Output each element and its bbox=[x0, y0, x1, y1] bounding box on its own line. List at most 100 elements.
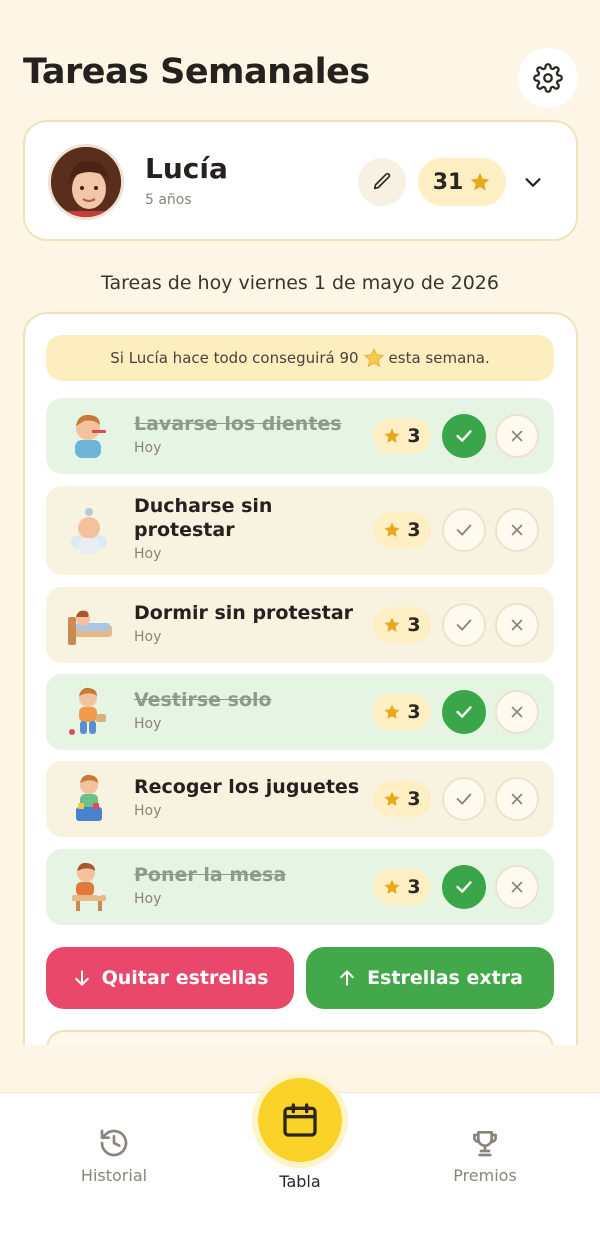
stars-total: 31 bbox=[432, 169, 464, 195]
task-stars-value: 3 bbox=[407, 425, 421, 447]
trophy-icon bbox=[473, 1131, 497, 1157]
star-icon bbox=[363, 347, 384, 368]
star-icon bbox=[384, 704, 400, 719]
banner-text-start: Si Lucía hace todo conseguirá 90 bbox=[110, 349, 359, 367]
nav-history[interactable]: Historial bbox=[44, 1126, 184, 1185]
extra-stars-label: Estrellas extra bbox=[367, 967, 523, 989]
page-title: Tareas Semanales bbox=[23, 52, 370, 92]
task-row: Poner la mesa Hoy 3 bbox=[46, 849, 554, 925]
calendar-icon bbox=[283, 1103, 317, 1137]
nav-history-label: Historial bbox=[80, 1166, 148, 1185]
star-icon bbox=[384, 428, 400, 443]
task-title: Ducharse sin protestar bbox=[134, 495, 273, 541]
banner-text-end: esta semana. bbox=[388, 349, 490, 367]
star-icon bbox=[471, 172, 490, 191]
task-row: Vestirse solo Hoy 3 bbox=[46, 674, 554, 750]
task-reject-button[interactable] bbox=[495, 414, 539, 458]
task-illustration bbox=[66, 773, 112, 823]
close-icon bbox=[511, 706, 523, 718]
nav-prizes[interactable]: Premios bbox=[415, 1126, 555, 1185]
task-title: Vestirse solo bbox=[134, 689, 272, 711]
task-subtitle: Hoy bbox=[134, 546, 162, 562]
task-complete-button[interactable] bbox=[442, 508, 486, 552]
edit-profile-button[interactable] bbox=[358, 158, 406, 206]
close-icon bbox=[511, 793, 523, 805]
profile-card: Lucía 5 años 31 bbox=[23, 120, 578, 241]
task-title: Poner la mesa bbox=[134, 864, 287, 886]
gear-icon bbox=[533, 63, 563, 93]
remove-stars-button[interactable]: Quitar estrellas bbox=[46, 947, 294, 1009]
task-subtitle: Hoy bbox=[134, 803, 162, 819]
task-title: Recoger los juguetes bbox=[134, 776, 360, 798]
pencil-icon bbox=[373, 172, 391, 190]
stars-total-badge: 31 bbox=[418, 158, 506, 206]
task-stars-badge: 3 bbox=[373, 869, 431, 905]
profile-name: Lucía bbox=[145, 152, 228, 185]
task-reject-button[interactable] bbox=[495, 603, 539, 647]
task-stars-value: 3 bbox=[407, 519, 421, 541]
task-illustration bbox=[66, 599, 112, 649]
settings-button[interactable] bbox=[518, 48, 578, 108]
check-icon bbox=[456, 881, 472, 893]
task-stars-badge: 3 bbox=[373, 781, 431, 817]
extra-stars-button[interactable]: Estrellas extra bbox=[306, 947, 554, 1009]
task-illustration bbox=[66, 861, 112, 911]
star-icon bbox=[384, 879, 400, 894]
task-title: Lavarse los dientes bbox=[134, 413, 342, 435]
date-heading: Tareas de hoy viernes 1 de mayo de 2026 bbox=[101, 272, 499, 294]
task-complete-button[interactable] bbox=[442, 603, 486, 647]
check-icon bbox=[456, 524, 472, 536]
profile-age: 5 años bbox=[145, 192, 192, 208]
avatar bbox=[48, 144, 124, 220]
task-stars-badge: 3 bbox=[373, 512, 431, 548]
task-subtitle: Hoy bbox=[134, 629, 162, 645]
task-stars-value: 3 bbox=[407, 876, 421, 898]
arrow-down-icon bbox=[74, 970, 89, 986]
star-icon bbox=[384, 522, 400, 537]
task-complete-button[interactable] bbox=[442, 690, 486, 734]
close-icon bbox=[511, 881, 523, 893]
check-icon bbox=[456, 793, 472, 805]
task-row: Recoger los juguetes Hoy 3 bbox=[46, 761, 554, 837]
star-icon bbox=[384, 791, 400, 806]
task-stars-badge: 3 bbox=[373, 607, 431, 643]
check-icon bbox=[456, 430, 472, 442]
history-icon bbox=[100, 1129, 128, 1157]
task-reject-button[interactable] bbox=[495, 777, 539, 821]
task-title: Dormir sin protestar bbox=[134, 602, 354, 624]
nav-board[interactable] bbox=[258, 1078, 342, 1162]
check-icon bbox=[456, 619, 472, 631]
close-icon bbox=[511, 430, 523, 442]
task-row: Dormir sin protestar Hoy 3 bbox=[46, 587, 554, 663]
task-row: Ducharse sin protestar Hoy 3 bbox=[46, 486, 554, 575]
close-icon bbox=[511, 524, 523, 536]
task-illustration bbox=[66, 686, 112, 736]
close-icon bbox=[511, 619, 523, 631]
task-reject-button[interactable] bbox=[495, 690, 539, 734]
task-illustration bbox=[66, 410, 112, 460]
task-complete-button[interactable] bbox=[442, 777, 486, 821]
task-subtitle: Hoy bbox=[134, 891, 162, 907]
nav-prizes-label: Premios bbox=[453, 1166, 517, 1185]
nav-board-label: Tabla bbox=[279, 1172, 321, 1191]
check-icon bbox=[456, 706, 472, 718]
remove-stars-label: Quitar estrellas bbox=[101, 967, 269, 989]
task-stars-value: 3 bbox=[407, 614, 421, 636]
task-complete-button[interactable] bbox=[442, 865, 486, 909]
chevron-down-icon bbox=[525, 178, 541, 187]
profile-dropdown-button[interactable] bbox=[517, 166, 549, 198]
weekly-goal-banner: Si Lucía hace todo conseguirá 90 esta se… bbox=[46, 335, 554, 381]
task-reject-button[interactable] bbox=[495, 508, 539, 552]
star-icon bbox=[384, 617, 400, 632]
task-subtitle: Hoy bbox=[134, 440, 162, 456]
task-row: Lavarse los dientes Hoy 3 bbox=[46, 398, 554, 474]
arrow-up-icon bbox=[340, 970, 354, 986]
task-stars-value: 3 bbox=[407, 788, 421, 810]
task-stars-badge: 3 bbox=[373, 694, 431, 730]
task-stars-value: 3 bbox=[407, 701, 421, 723]
task-stars-badge: 3 bbox=[373, 418, 431, 454]
task-illustration bbox=[66, 506, 112, 556]
task-subtitle: Hoy bbox=[134, 716, 162, 732]
task-reject-button[interactable] bbox=[495, 865, 539, 909]
task-complete-button[interactable] bbox=[442, 414, 486, 458]
